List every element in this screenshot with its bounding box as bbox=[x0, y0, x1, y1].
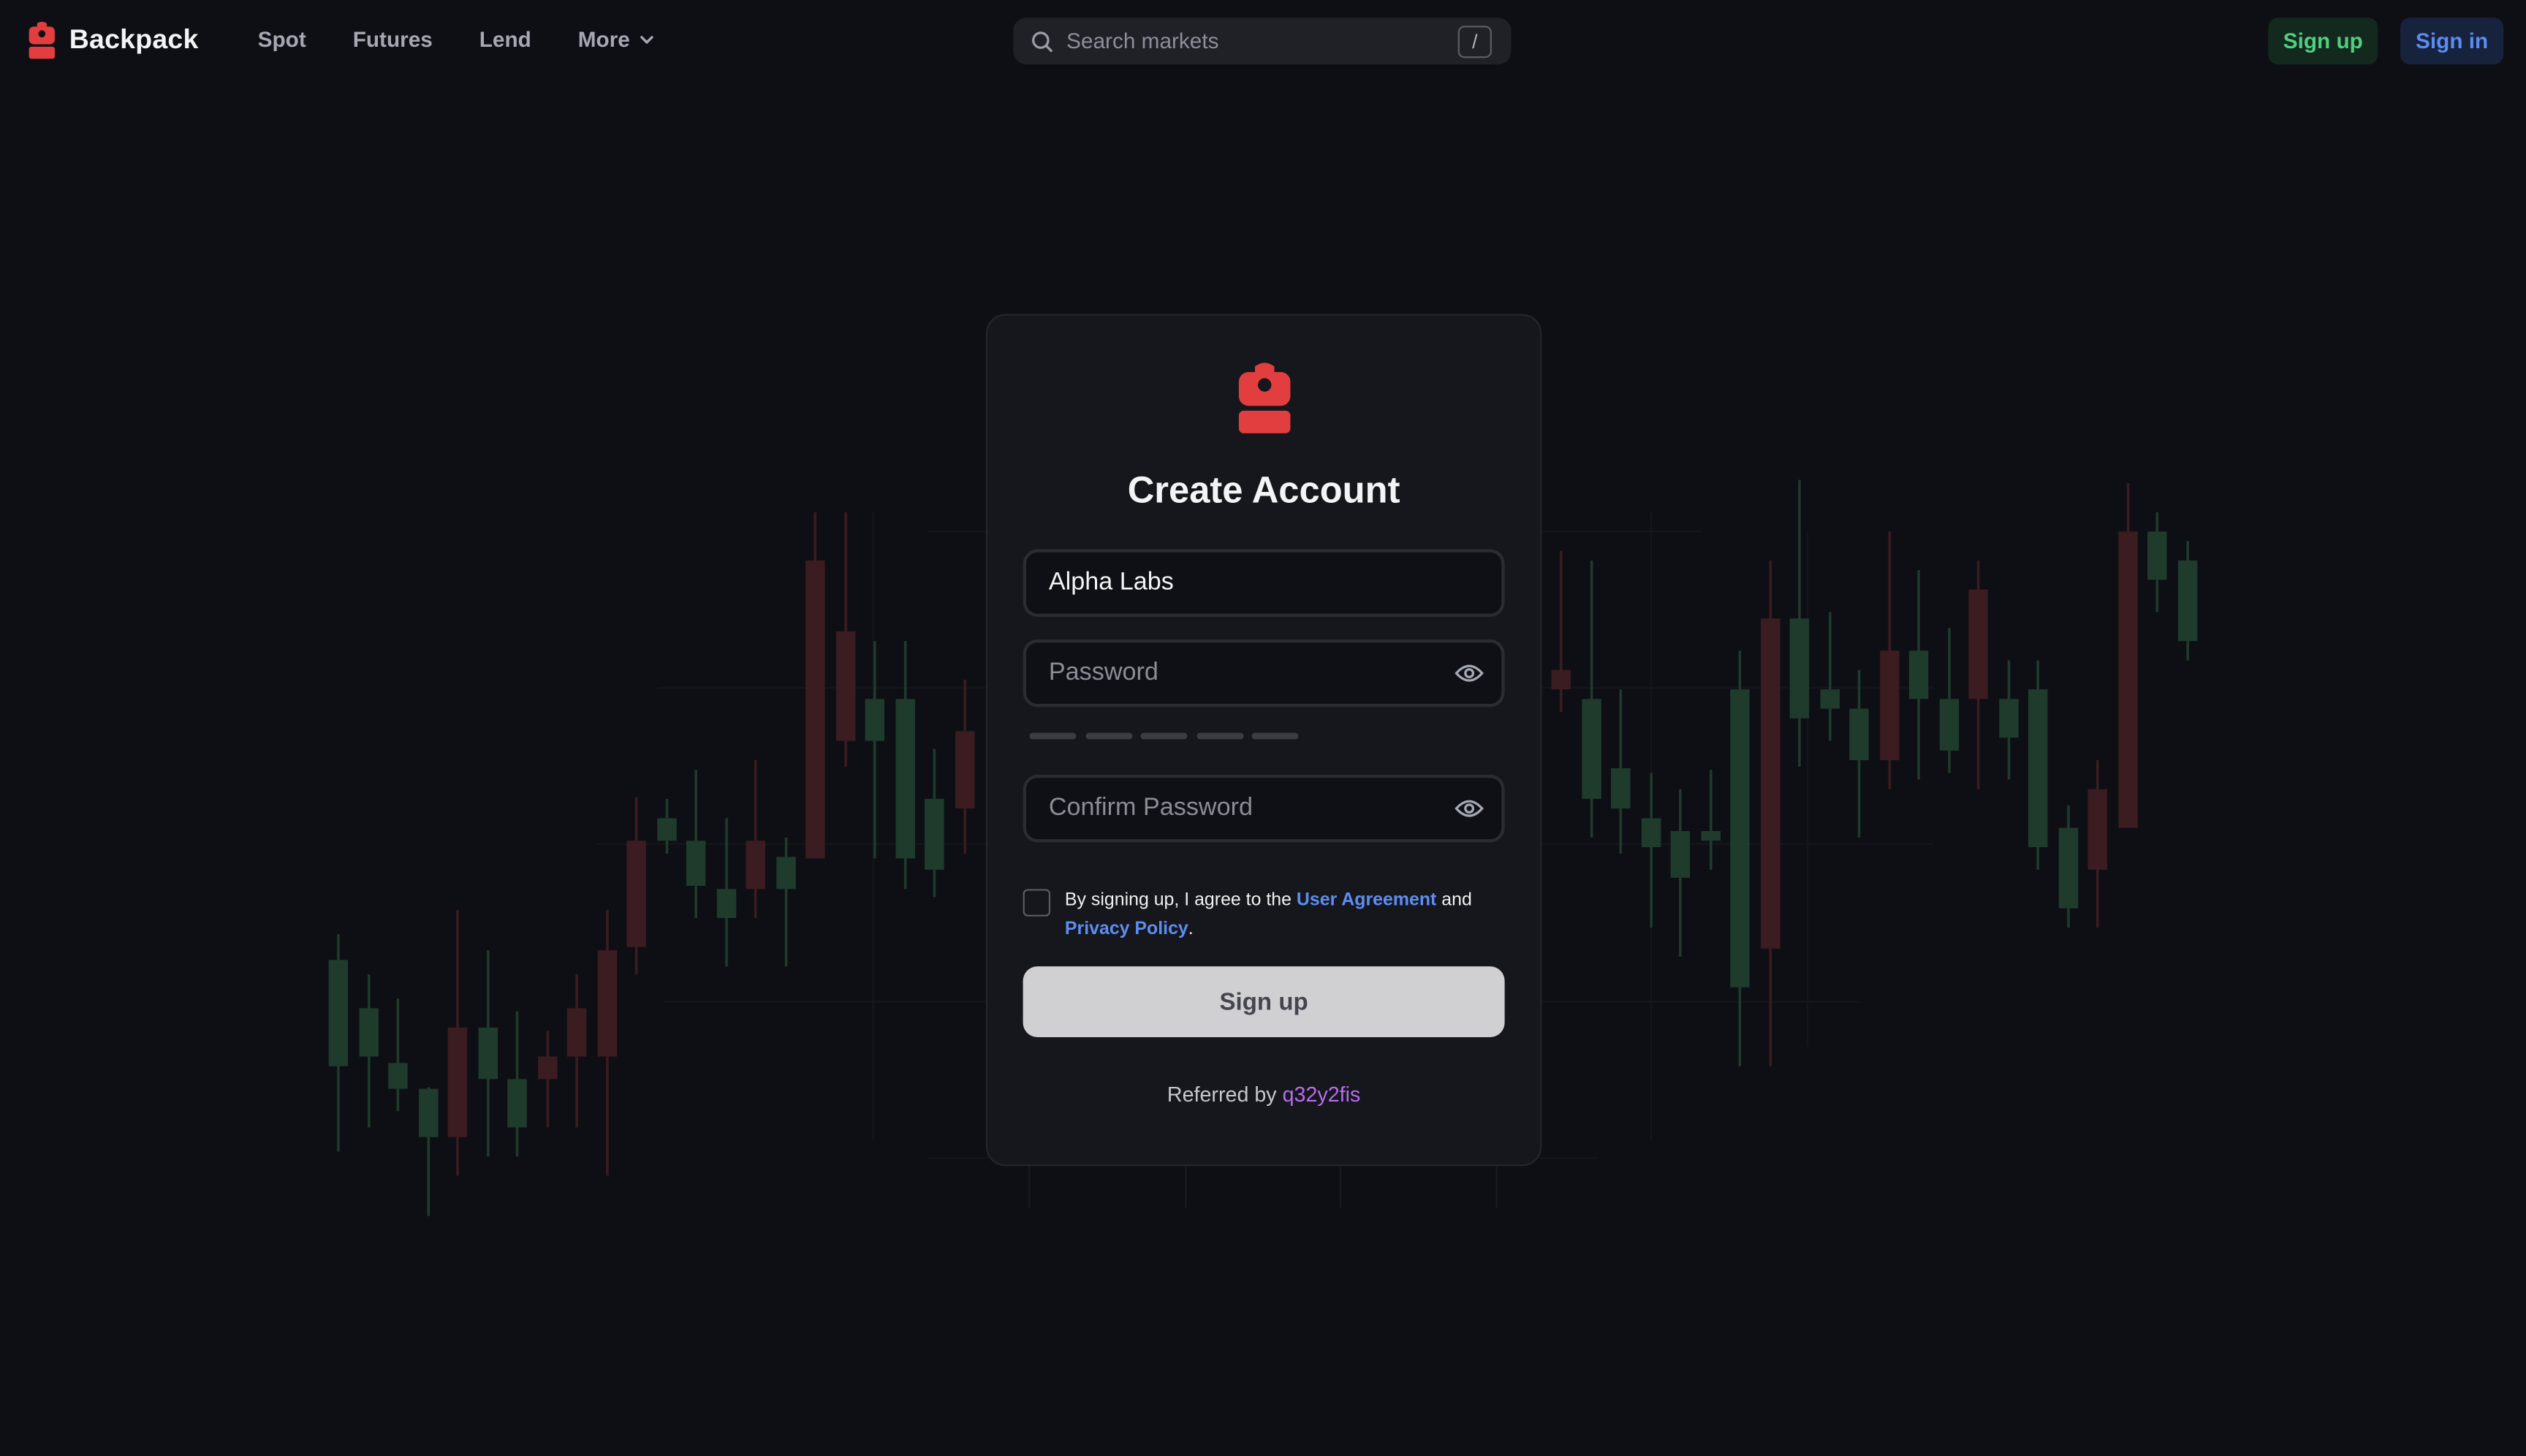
password-strength-meter bbox=[1029, 732, 1307, 740]
top-navigation-bar: Backpack Spot Futures Lend More / Sign u… bbox=[0, 0, 2526, 80]
candle-body bbox=[388, 1063, 408, 1089]
nav-item-futures[interactable]: Futures bbox=[353, 27, 433, 51]
nav-item-lend[interactable]: Lend bbox=[479, 27, 531, 51]
nav-item-more[interactable]: More bbox=[577, 27, 656, 52]
header-signin-button[interactable]: Sign in bbox=[2400, 18, 2504, 65]
nav-item-spot[interactable]: Spot bbox=[258, 27, 306, 51]
candle-body bbox=[2177, 560, 2198, 641]
candle-body bbox=[746, 841, 765, 890]
candle-body bbox=[2058, 827, 2079, 909]
candle-body bbox=[1582, 699, 1601, 799]
candle-body bbox=[478, 1027, 498, 1080]
candle-body bbox=[1701, 831, 1721, 841]
backpack-logo-icon bbox=[1238, 363, 1291, 433]
name-input[interactable] bbox=[1048, 552, 1435, 614]
password-field[interactable] bbox=[1023, 639, 1505, 708]
candle-body bbox=[1761, 618, 1780, 949]
candle-body bbox=[626, 841, 646, 947]
referral-info: Referred by q32y2fis bbox=[987, 1082, 1540, 1107]
header-signup-button[interactable]: Sign up bbox=[2268, 18, 2378, 65]
chevron-down-icon bbox=[640, 36, 653, 44]
search-input[interactable] bbox=[1066, 18, 1454, 65]
candle-body bbox=[2147, 531, 2167, 580]
candle-body bbox=[895, 699, 915, 859]
candle-body bbox=[359, 1008, 379, 1057]
page-title: Create Account bbox=[1127, 469, 1400, 511]
candle-body bbox=[1908, 651, 1929, 699]
candle-body bbox=[1670, 831, 1691, 878]
candle-body bbox=[1939, 699, 1960, 751]
user-agreement-link[interactable]: User Agreement bbox=[1297, 891, 1436, 910]
candle-body bbox=[1968, 589, 1988, 699]
candle-body bbox=[1849, 708, 1869, 761]
candle-body bbox=[925, 798, 944, 870]
strength-segment bbox=[1140, 732, 1188, 740]
main-nav: Spot Futures Lend More bbox=[258, 27, 702, 52]
password-input[interactable] bbox=[1048, 642, 1435, 704]
strength-segment bbox=[1029, 732, 1077, 740]
candle-body bbox=[447, 1027, 468, 1137]
candle-body bbox=[1789, 618, 1810, 718]
candle-body bbox=[597, 950, 618, 1057]
candle-body bbox=[566, 1008, 587, 1057]
terms-checkbox[interactable] bbox=[1023, 889, 1051, 917]
candle-body bbox=[1641, 818, 1661, 848]
candle-body bbox=[2118, 531, 2138, 828]
candle-body bbox=[1999, 699, 2019, 738]
candle-body bbox=[716, 889, 737, 918]
candle-body bbox=[955, 731, 975, 809]
create-account-card: Create Account Alpha Labs By signing up,… bbox=[985, 314, 1542, 1167]
brand-name: Backpack bbox=[69, 24, 199, 55]
candle-body bbox=[686, 841, 706, 886]
terms-and: and bbox=[1441, 890, 1472, 910]
referral-code: q32y2fis bbox=[1282, 1082, 1361, 1107]
backpack-logo-icon bbox=[29, 21, 55, 59]
candle-body bbox=[538, 1056, 558, 1080]
candle-body bbox=[805, 560, 825, 859]
candle-body bbox=[776, 857, 796, 890]
privacy-policy-link[interactable]: Privacy Policy bbox=[1065, 920, 1188, 939]
brand-logo[interactable]: Backpack bbox=[27, 21, 198, 60]
signup-submit-button[interactable]: Sign up bbox=[1023, 966, 1505, 1038]
candle-body bbox=[1880, 651, 1900, 761]
search-bar[interactable]: / bbox=[1013, 18, 1512, 65]
search-shortcut-key: / bbox=[1457, 26, 1492, 58]
show-password-eye-icon[interactable] bbox=[1454, 662, 1484, 685]
candle-body bbox=[2028, 689, 2048, 848]
strength-segment bbox=[1196, 732, 1243, 740]
candle-body bbox=[507, 1079, 527, 1128]
candle-body bbox=[865, 699, 885, 741]
name-field[interactable] bbox=[1023, 549, 1505, 617]
candle-body bbox=[1730, 689, 1750, 987]
terms-suffix: . bbox=[1188, 920, 1194, 939]
candle-body bbox=[835, 631, 856, 741]
search-icon bbox=[1032, 31, 1052, 53]
candle-body bbox=[1551, 670, 1571, 690]
candle-body bbox=[1820, 689, 1840, 709]
confirm-password-field[interactable] bbox=[1023, 774, 1505, 843]
terms-text: By signing up, I agree to the User Agree… bbox=[1065, 886, 1500, 944]
candle-body bbox=[2087, 789, 2107, 870]
candle-body bbox=[419, 1088, 439, 1137]
strength-segment bbox=[1251, 732, 1299, 740]
nav-item-more-label: More bbox=[577, 27, 630, 52]
strength-segment bbox=[1085, 732, 1132, 740]
show-confirm-password-eye-icon[interactable] bbox=[1454, 797, 1484, 820]
candle-body bbox=[1611, 768, 1631, 809]
candle-body bbox=[657, 818, 677, 841]
referral-prefix: Referred by bbox=[1167, 1082, 1277, 1107]
terms-prefix: By signing up, I agree to the bbox=[1064, 890, 1292, 910]
confirm-password-input[interactable] bbox=[1048, 778, 1435, 840]
candle-body bbox=[328, 960, 349, 1066]
